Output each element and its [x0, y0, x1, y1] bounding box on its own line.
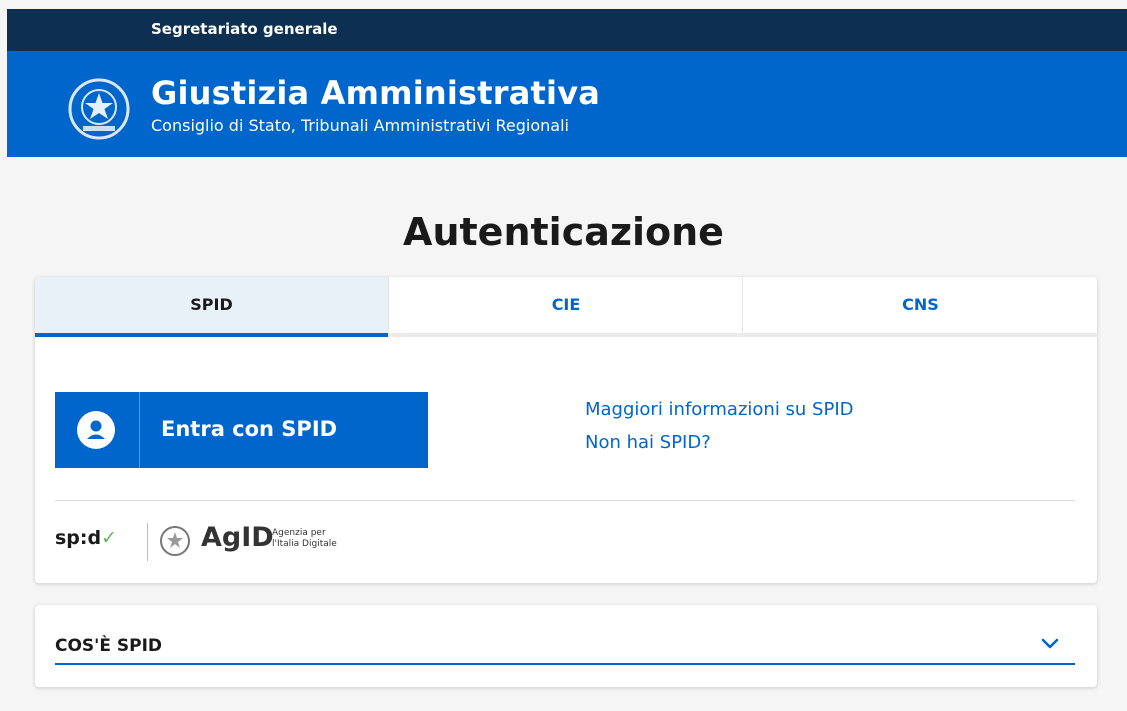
no-spid-link[interactable]: Non hai SPID? [585, 432, 854, 454]
agid-subtitle-line1: Agenzia per [272, 528, 326, 538]
org-link[interactable]: Segretariato generale [151, 20, 338, 38]
site-header: Giustizia Amministrativa Consiglio di St… [7, 51, 1127, 157]
more-info-spid-link[interactable]: Maggiori informazioni su SPID [585, 399, 854, 421]
spid-check-icon: ✓ [101, 527, 118, 549]
spid-info-links: Maggiori informazioni su SPID Non hai SP… [585, 399, 854, 465]
cose-spid-accordion-header[interactable]: COS'È SPID [55, 627, 1075, 665]
divider [55, 500, 1075, 501]
agid-logo-text: AgID [201, 522, 274, 553]
page-title: Autenticazione [403, 210, 724, 254]
tab-cns[interactable]: CNS [742, 277, 1098, 337]
tab-spid[interactable]: SPID [35, 277, 388, 337]
spid-logo: sp:d✓ [55, 527, 117, 549]
auth-tabs: SPID CIE CNS [35, 277, 1098, 337]
top-bar: Segretariato generale [7, 9, 1127, 51]
user-icon [77, 411, 115, 449]
site-title[interactable]: Giustizia Amministrativa [151, 74, 600, 112]
logo-separator [147, 523, 148, 561]
chevron-down-icon[interactable] [1041, 638, 1059, 650]
cose-spid-accordion: COS'È SPID [35, 605, 1097, 687]
spid-button-icon-box [55, 392, 140, 468]
agid-emblem-icon [160, 526, 190, 556]
tab-cie[interactable]: CIE [388, 277, 743, 337]
spid-login-label: Entra con SPID [161, 417, 338, 441]
accordion-title: COS'È SPID [55, 636, 163, 656]
auth-card: SPID CIE CNS Entra con SPID Maggiori inf… [35, 277, 1098, 583]
site-subtitle: Consiglio di Stato, Tribunali Amministra… [151, 116, 569, 135]
spid-logo-text: sp:d [55, 527, 102, 549]
agid-subtitle: Agenzia per l'Italia Digitale [272, 528, 337, 550]
italian-republic-emblem-icon [68, 78, 130, 140]
spid-login-button[interactable]: Entra con SPID [55, 392, 428, 468]
agid-subtitle-line2: l'Italia Digitale [272, 539, 337, 549]
